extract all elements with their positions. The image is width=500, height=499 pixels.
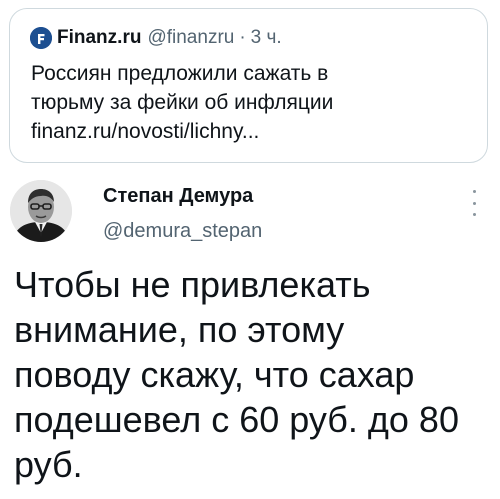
tweet-text-line: руб. [14, 444, 83, 485]
quoted-tweet-text: Россиян предложили сажать в тюрьму за фе… [31, 59, 471, 146]
dot [472, 213, 476, 216]
quoted-tweet-card[interactable]: Finanz.ru @finanzru · 3 ч. Россиян предл… [9, 8, 488, 163]
user-avatar[interactable] [10, 180, 72, 242]
quoted-separator: · [239, 27, 246, 48]
quoted-author-handle[interactable]: @finanzru [147, 27, 234, 49]
tweet-text-line: Чтобы не привлекать [14, 264, 371, 305]
quoted-text-line: Россиян предложили сажать в [31, 62, 329, 85]
author-handle[interactable]: @demura_stepan [103, 220, 262, 243]
quoted-tweet-header: Finanz.ru @finanzru · 3 ч. [30, 26, 282, 50]
vertical-dots-icon[interactable] [466, 190, 482, 216]
quoted-author-name[interactable]: Finanz.ru [57, 27, 141, 49]
tweet-text: Чтобы не привлекать внимание, по этому п… [14, 262, 494, 487]
quoted-text-line: тюрьму за фейки об инфляции [31, 91, 334, 114]
author-name[interactable]: Степан Демура [103, 185, 253, 208]
tweet-text-line: внимание, по этому [14, 309, 345, 350]
dot [472, 201, 476, 205]
dot [472, 190, 476, 193]
quoted-link[interactable]: finanz.ru/novosti/lichny... [31, 117, 471, 146]
tweet-text-line: подешевел с 60 руб. до 80 [14, 399, 459, 440]
tweet-text-line: поводу скажу, что сахар [14, 354, 415, 395]
quoted-timestamp[interactable]: 3 ч. [251, 27, 282, 49]
tweet-screenshot: Finanz.ru @finanzru · 3 ч. Россиян предл… [0, 0, 500, 499]
finanz-logo-icon [30, 27, 52, 49]
